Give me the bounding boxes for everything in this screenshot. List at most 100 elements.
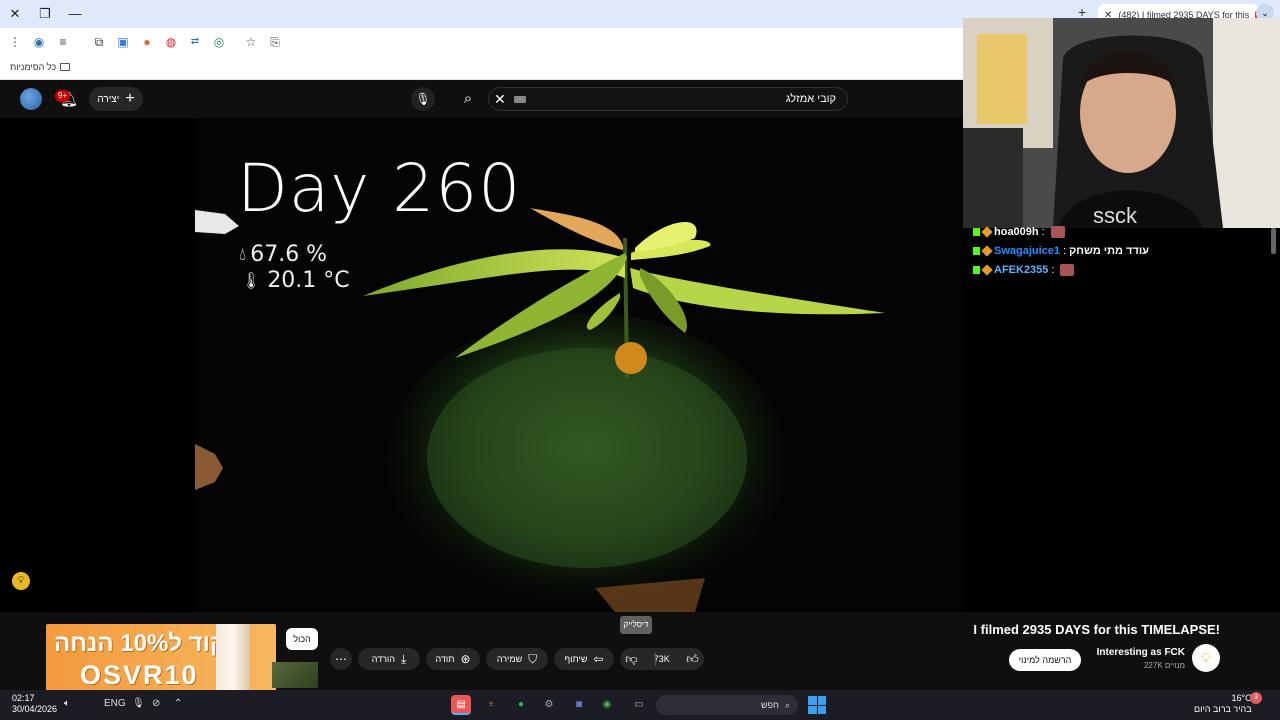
chat-text: עודד מתי משחק [1069, 245, 1149, 257]
chat-scrollbar[interactable] [1271, 228, 1276, 254]
thanks-label: תודה [435, 654, 455, 664]
download-label: הורדה [371, 654, 395, 664]
thanks-button[interactable]: תודה ⊛ [426, 648, 480, 670]
search-query: קובי אמזלג [785, 93, 836, 105]
share-button[interactable]: שיתוף ⇦ [554, 648, 614, 670]
thanks-icon: ⊛ [460, 652, 471, 666]
taskbar-search[interactable]: חפש ⌕ [656, 695, 798, 715]
sub-badge-icon [981, 245, 993, 257]
kick-badge-icon [973, 247, 980, 255]
account-avatar[interactable] [20, 88, 42, 110]
more-actions-button[interactable]: ⋯ [330, 648, 352, 670]
temperature-value: 20.1 °C [267, 268, 350, 293]
chat-username[interactable]: hoa009h [994, 226, 1039, 238]
extension-1-icon[interactable]: ▣ [114, 33, 132, 51]
cast-icon[interactable]: ⎘ [266, 33, 284, 51]
task-view-icon[interactable]: ▭ [629, 695, 649, 715]
taskbar-search-label: חפש [760, 700, 779, 710]
channel-avatar[interactable]: 💡︎ [1192, 644, 1220, 672]
like-icon[interactable]: 👍︎ [686, 652, 699, 667]
extension-3-icon[interactable]: ◍ [162, 33, 180, 51]
perfume-bottle-image [216, 624, 250, 694]
svg-text:ssck: ssck [1093, 203, 1138, 228]
chat-username[interactable]: Swagajuice1 [994, 245, 1060, 257]
create-button[interactable]: יצירה + [89, 87, 143, 111]
windows-taskbar: 02:17 30/04/2026 🔈︎ ENG 🎙︎ ⊘ ⌃ ▤ ♆ ● ⚙︎ … [0, 690, 1280, 720]
dislike-icon[interactable]: 👎︎ [625, 652, 637, 667]
all-bookmarks-label: כל הסימניות [10, 62, 57, 72]
sub-badge-icon [981, 264, 993, 276]
dislike-tooltip: דיסלייק [620, 616, 652, 634]
steam-icon[interactable]: ⚙︎ [539, 695, 559, 715]
create-label: יצירה [97, 93, 120, 105]
chat-separator: : [1051, 264, 1055, 276]
avocado-seed [615, 342, 647, 374]
reading-list-icon[interactable]: ≡ [54, 33, 72, 51]
minimize-window-icon[interactable]: — [64, 4, 86, 24]
voice-search-icon[interactable]: 🎙︎ [411, 87, 435, 111]
extension-2-icon[interactable]: ● [138, 33, 156, 51]
extension-5-icon[interactable]: ◎ [210, 33, 228, 51]
chat-message: hoa009h : [973, 224, 1065, 240]
microphone-icon[interactable]: 🎙︎ [132, 698, 145, 709]
taskbar-clock[interactable]: 02:17 30/04/2026 [12, 693, 57, 715]
sub-badge-icon [981, 226, 993, 238]
humidity-value: 67.6 % [250, 242, 328, 267]
discord-icon[interactable]: ◙ [569, 695, 589, 715]
folder-icon [60, 63, 71, 71]
live-chat: hoa009h : Swagajuice1 : עודד מתי משחק AF… [963, 226, 1280, 612]
network-icon[interactable]: ⊘ [152, 698, 160, 709]
clock-date: 30/04/2026 [12, 704, 58, 714]
weather-temp: 16°C [1231, 693, 1252, 703]
temperature-readout: 🌡︎ 20.1 °C [241, 268, 350, 293]
profile-icon[interactable]: ◉ [30, 33, 48, 51]
taskbar-app-obs-icon[interactable]: ♆ [481, 695, 501, 715]
related-thumbnail[interactable] [272, 662, 318, 688]
chat-username[interactable]: AFEK2355 [994, 264, 1048, 276]
language-indicator[interactable]: ENG [104, 698, 126, 709]
chat-message: Swagajuice1 : עודד מתי משחק [973, 243, 1149, 259]
likes-count: 73K [653, 654, 670, 664]
video-title: I filmed 2935 DAYS for this TIMELAPSE! [973, 622, 1220, 637]
weather-widget[interactable]: 16°C בהיר ברוב היום [1194, 693, 1252, 715]
video-player[interactable]: Day 260 💧︎ 67.6 % 🌡︎ 20.1 °C [195, 118, 963, 612]
streamer-webcam: ssck [963, 18, 1280, 228]
save-button[interactable]: שמירה ⛉ [486, 648, 548, 670]
chat-emote [1050, 226, 1065, 238]
chat-message: AFEK2355 : [973, 262, 1075, 278]
tray-overflow-icon[interactable]: ⌃ [174, 698, 182, 709]
all-chip[interactable]: הכול [286, 628, 318, 650]
restore-window-icon[interactable]: ❐ [34, 4, 56, 24]
chrome-icon[interactable]: ◉ [597, 695, 617, 715]
download-icon: ⤓ [400, 651, 407, 666]
taskbar-app-active-icon[interactable]: ▤ [451, 695, 471, 715]
more-dots-icon: ⋯ [335, 652, 347, 666]
bookmark-star-icon[interactable]: ☆ [242, 33, 260, 51]
channel-name[interactable]: Interesting as FCK [1080, 647, 1185, 658]
extension-4-icon[interactable]: ⇄ [186, 33, 204, 51]
thermometer-icon: 🌡︎ [241, 271, 262, 290]
download-button[interactable]: הורדה ⤓ [358, 648, 420, 670]
clock-time: 02:17 [12, 693, 35, 703]
volume-icon[interactable]: 🔈︎ [64, 698, 70, 709]
humidity-readout: 💧︎ 67.6 % [239, 242, 327, 267]
windows-start-icon[interactable] [808, 696, 826, 714]
search-icon[interactable]: ⌕ [452, 87, 484, 111]
notification-badge: 9+ [55, 90, 71, 102]
keyboard-icon[interactable] [514, 96, 526, 103]
sponsor-ad-banner[interactable]: קוד ל10% הנחה OSVR10 [46, 624, 276, 694]
notification-count-badge[interactable]: 3 [1250, 692, 1262, 704]
lightbulb-icon[interactable]: 💡︎ [12, 572, 30, 590]
day-counter: Day 260 [237, 150, 522, 227]
extensions-icon[interactable]: ⧉ [90, 33, 108, 51]
close-window-icon[interactable]: ✕ [4, 4, 26, 24]
share-label: שיתוף [564, 654, 588, 664]
all-bookmarks-button[interactable]: כל הסימניות [10, 62, 71, 72]
clear-search-icon[interactable]: ✕ [494, 88, 508, 110]
spotify-icon[interactable]: ● [511, 695, 531, 715]
taskbar-search-icon: ⌕ [784, 699, 790, 710]
subscribe-button[interactable]: הרשמה למינוי [1009, 649, 1081, 671]
like-divider [655, 652, 656, 666]
menu-dots-icon[interactable]: ⋮ [6, 33, 24, 51]
share-arrow-icon: ⇦ [593, 652, 604, 666]
